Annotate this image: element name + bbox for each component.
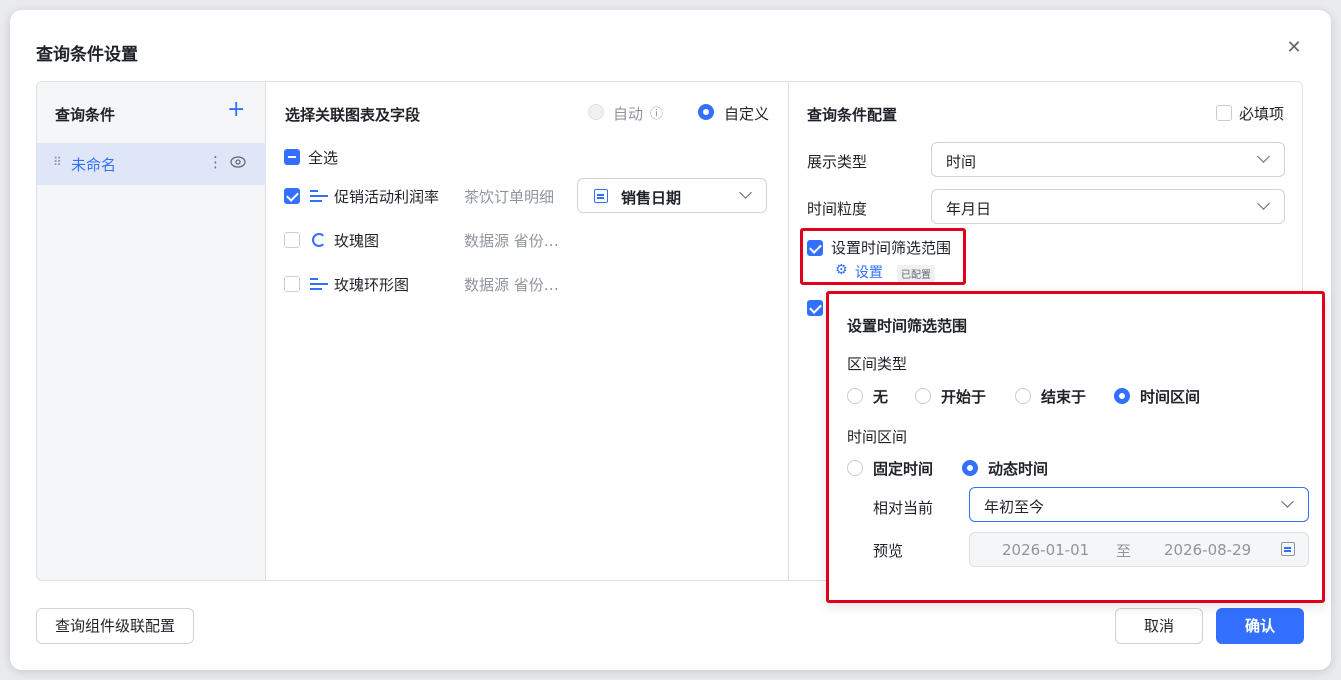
conditions-column: 查询条件 + ⠿ 未命名 ⋮ — [37, 82, 266, 580]
range-end-label: 结束于 — [1041, 388, 1087, 406]
granularity-select[interactable]: 年月日 — [931, 189, 1285, 224]
fixed-time-label: 固定时间 — [873, 460, 934, 478]
chart-checkbox[interactable] — [284, 232, 300, 248]
calendar-icon — [1281, 542, 1295, 556]
info-icon: ⓘ — [650, 107, 664, 122]
config-header: 查询条件配置 — [807, 106, 898, 124]
plus-icon[interactable]: + — [227, 98, 245, 122]
mode-auto-label: 自动 — [613, 105, 644, 123]
preview-label: 预览 — [873, 542, 904, 560]
charts-column: 选择关联图表及字段 自动 ⓘ 自定义 全选 促销活动利润率 茶饮订单明细 销售日… — [266, 82, 789, 580]
preview-end: 2026-08-29 — [1164, 541, 1252, 559]
chart-name: 玫瑰图 — [334, 232, 380, 250]
fixed-time-radio[interactable] — [847, 460, 863, 476]
chart-source: 数据源 省份… — [464, 232, 559, 250]
more-icon[interactable]: ⋮ — [208, 153, 223, 171]
display-type-select[interactable]: 时间 — [931, 142, 1285, 177]
bar-chart-icon — [310, 278, 328, 290]
chart-source: 数据源 省份… — [464, 276, 559, 294]
highlight-box — [800, 228, 966, 285]
chart-source: 茶饮订单明细 — [464, 188, 555, 206]
field-select-value: 销售日期 — [621, 189, 682, 207]
conditions-header: 查询条件 — [55, 106, 116, 124]
range-none-radio[interactable] — [847, 388, 863, 404]
range-type-label: 区间类型 — [847, 355, 908, 373]
chart-name: 促销活动利润率 — [334, 188, 440, 206]
select-all-label: 全选 — [308, 149, 339, 167]
relative-value: 年初至今 — [984, 498, 1045, 516]
charts-header: 选择关联图表及字段 — [285, 106, 421, 124]
preview-start: 2026-01-01 — [1002, 541, 1090, 559]
drag-handle-icon[interactable]: ⠿ — [53, 155, 62, 169]
range-interval-label: 时间区间 — [1140, 388, 1201, 406]
eye-icon[interactable] — [230, 156, 246, 168]
interval-label: 时间区间 — [847, 428, 908, 446]
close-icon[interactable]: ✕ — [1284, 38, 1304, 58]
dialog-title: 查询条件设置 — [36, 45, 138, 65]
relative-select[interactable]: 年初至今 — [969, 487, 1309, 522]
chart-name: 玫瑰环形图 — [334, 276, 410, 294]
range-start-radio[interactable] — [915, 388, 931, 404]
chevron-down-icon — [1257, 197, 1270, 210]
mode-auto-radio[interactable] — [588, 104, 604, 120]
relative-label: 相对当前 — [873, 499, 934, 517]
select-all-checkbox[interactable] — [284, 149, 300, 165]
range-none-label: 无 — [873, 388, 889, 406]
chart-checkbox[interactable] — [284, 276, 300, 292]
extra-option-checkbox[interactable] — [807, 300, 823, 316]
confirm-button[interactable]: 确认 — [1216, 608, 1304, 644]
granularity-value: 年月日 — [946, 200, 992, 218]
dynamic-time-label: 动态时间 — [988, 460, 1049, 478]
chart-checkbox[interactable] — [284, 188, 300, 204]
display-type-label: 展示类型 — [807, 153, 868, 171]
required-label: 必填项 — [1239, 105, 1285, 123]
rose-chart-icon — [312, 233, 326, 247]
preview-separator: 至 — [1116, 542, 1132, 560]
chevron-down-icon — [739, 186, 752, 199]
field-select[interactable]: 销售日期 — [577, 178, 767, 213]
display-type-value: 时间 — [946, 153, 977, 171]
chevron-down-icon — [1257, 150, 1270, 163]
bar-chart-icon — [310, 190, 328, 202]
dynamic-time-radio[interactable] — [962, 460, 978, 476]
chevron-down-icon — [1281, 495, 1294, 508]
range-end-radio[interactable] — [1015, 388, 1031, 404]
condition-item[interactable]: ⠿ 未命名 ⋮ — [37, 143, 266, 185]
mode-custom-radio[interactable] — [698, 104, 714, 120]
condition-item-label: 未命名 — [71, 156, 117, 174]
time-range-popup: 设置时间筛选范围 区间类型 无 开始于 结束于 时间区间 时间区间 固定时间 动… — [826, 291, 1325, 603]
granularity-label: 时间粒度 — [807, 200, 868, 218]
preview-range-field: 2026-01-01 至 2026-08-29 — [969, 532, 1309, 567]
mode-custom-label: 自定义 — [724, 105, 770, 123]
range-start-label: 开始于 — [941, 388, 987, 406]
cancel-button[interactable]: 取消 — [1115, 608, 1203, 644]
cascade-config-button[interactable]: 查询组件级联配置 — [36, 608, 194, 644]
range-interval-radio[interactable] — [1114, 388, 1130, 404]
popup-title: 设置时间筛选范围 — [847, 317, 968, 335]
required-checkbox[interactable] — [1216, 105, 1232, 121]
calendar-icon — [594, 189, 608, 203]
